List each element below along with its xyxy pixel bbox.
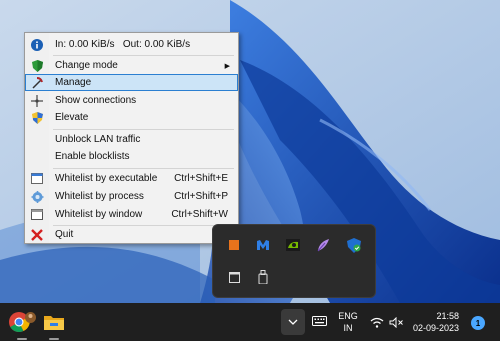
file-explorer-icon[interactable] (41, 309, 67, 335)
menu-item-quit[interactable]: Quit (25, 226, 238, 243)
firewall-app-icon[interactable] (224, 235, 244, 255)
menu-item-elevate[interactable]: Elevate (25, 109, 238, 126)
tray-overflow-flyout (212, 224, 376, 298)
info-icon (25, 36, 49, 53)
menu-item-label: Elevate (55, 112, 89, 123)
menu-item-label: Whitelist by process (55, 191, 144, 202)
menu-item-shortcut: Ctrl+Shift+W (171, 209, 228, 220)
move-arrows-icon (25, 92, 49, 109)
wifi-icon[interactable] (369, 314, 385, 330)
outbound-rate: Out: 0.00 KiB/s (122, 39, 191, 50)
executable-icon (25, 170, 49, 187)
menu-item-label: Show connections (55, 95, 137, 106)
active-app-indicator (49, 338, 59, 340)
submenu-arrow-icon: ▶ (224, 62, 230, 70)
taskbar: ENG IN 21:58 02-09-2023 1 (0, 303, 500, 341)
menu-item-label: Manage (55, 77, 92, 88)
menu-item-label: Enable blocklists (55, 151, 130, 162)
shield-green-icon (25, 57, 49, 74)
menu-item-enable-blocklists[interactable]: Enable blocklists (25, 148, 238, 165)
region-code: IN (343, 323, 353, 333)
feather-icon[interactable] (313, 235, 333, 255)
system-clock[interactable]: 21:58 02-09-2023 (409, 309, 459, 335)
menu-item-whitelist-process[interactable]: Whitelist by process Ctrl+Shift+P (25, 188, 238, 205)
inbound-rate: In: 0.00 KiB/s (55, 39, 115, 50)
language-code: ENG (338, 311, 358, 321)
clock-date: 02-09-2023 (412, 323, 459, 333)
menu-item-label: Quit (55, 229, 74, 240)
keyboard-icon[interactable] (311, 313, 327, 329)
menu-item-label: Unblock LAN traffic (55, 134, 141, 145)
nvidia-icon[interactable] (283, 235, 303, 255)
show-hidden-icons-chevron[interactable] (281, 309, 305, 335)
menu-item-shortcut: Ctrl+Shift+P (174, 191, 228, 202)
process-gear-icon (25, 188, 49, 205)
window-icon (25, 206, 49, 223)
window-tray-icon[interactable] (224, 267, 244, 287)
menu-separator (53, 168, 234, 169)
menu-item-change-mode[interactable]: Change mode ▶ (25, 57, 238, 74)
menu-item-shortcut: Ctrl+Shift+E (174, 173, 228, 184)
usb-drive-icon[interactable] (253, 267, 273, 287)
tray-context-menu: In: 0.00 KiB/s Out: 0.00 KiB/s Change mo… (24, 32, 239, 244)
menu-separator (53, 55, 234, 56)
menu-item-label: Whitelist by window (55, 209, 143, 220)
clock-time: 21:58 (436, 311, 459, 321)
active-app-indicator (17, 338, 27, 340)
speaker-muted-icon[interactable] (388, 314, 404, 330)
red-x-icon (25, 226, 49, 243)
malwarebytes-icon[interactable] (253, 235, 273, 255)
traffic-stats-item: In: 0.00 KiB/s Out: 0.00 KiB/s (25, 36, 238, 53)
menu-item-unblock-lan[interactable]: Unblock LAN traffic (25, 131, 238, 148)
menu-item-label: Change mode (55, 60, 118, 71)
menu-item-whitelist-executable[interactable]: Whitelist by executable Ctrl+Shift+E (25, 170, 238, 187)
menu-separator (53, 129, 234, 130)
notification-badge[interactable]: 1 (471, 316, 485, 330)
defender-shield-icon[interactable] (344, 235, 364, 255)
account-avatar-icon (24, 311, 36, 323)
input-language-indicator[interactable]: ENG IN (336, 309, 360, 335)
menu-item-manage[interactable]: Manage (25, 74, 238, 91)
menu-item-show-connections[interactable]: Show connections (25, 92, 238, 109)
menu-item-label: Whitelist by executable (55, 173, 158, 184)
menu-item-whitelist-window[interactable]: Whitelist by window Ctrl+Shift+W (25, 206, 238, 223)
pickaxe-icon (25, 74, 49, 91)
uac-shield-icon (25, 109, 49, 126)
